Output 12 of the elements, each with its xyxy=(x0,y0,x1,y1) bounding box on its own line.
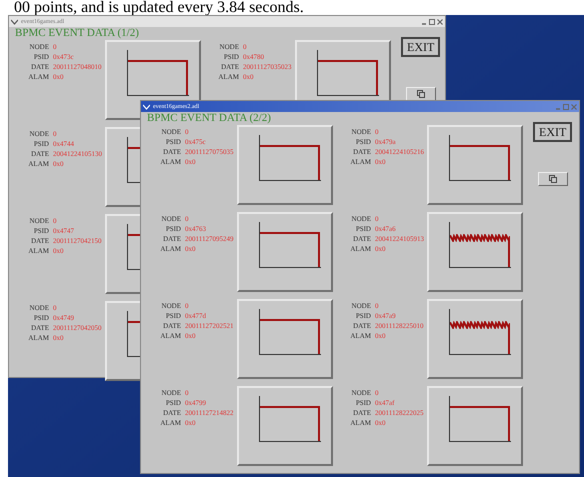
copy-icon xyxy=(548,175,557,183)
chevron-icon[interactable] xyxy=(11,18,18,24)
copy-icon xyxy=(416,90,425,98)
caption-text: 00 points, and is updated every 3.84 seconds. xyxy=(14,0,304,16)
exit-button[interactable]: EXIT xyxy=(533,122,572,142)
copy-button[interactable] xyxy=(538,172,568,186)
maximize-icon[interactable] xyxy=(429,18,435,24)
panel-heading: BPMC EVENT DATA (1/2) xyxy=(15,27,140,40)
panel-heading: BPMC EVENT DATA (2/2) xyxy=(147,112,272,125)
copy-button[interactable] xyxy=(406,87,436,101)
exit-button[interactable]: EXIT xyxy=(401,37,440,57)
close-icon[interactable] xyxy=(437,18,443,24)
